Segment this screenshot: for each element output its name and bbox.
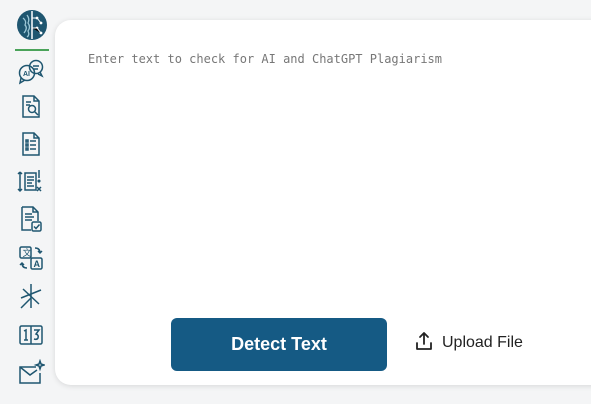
svg-text:AI: AI [23,71,30,78]
split-page-icon[interactable] [17,321,45,349]
detect-text-button[interactable]: Detect Text [171,318,387,371]
document-search-icon[interactable] [17,93,45,121]
upload-file-label: Upload File [442,334,523,351]
sparkle-line-icon[interactable] [17,282,45,310]
alert-report-icon[interactable] [17,167,45,195]
document-list-icon[interactable] [17,130,45,158]
upload-icon [414,331,434,356]
svg-text:文: 文 [23,247,32,259]
document-check-icon[interactable] [17,205,45,233]
sidebar: AI 文 A [0,0,50,404]
mail-sparkle-icon[interactable] [17,359,45,387]
svg-text:A: A [34,259,41,269]
sidebar-divider [15,49,49,51]
text-input[interactable] [88,50,578,300]
upload-file-button[interactable]: Upload File [414,330,523,356]
brain-logo-icon[interactable] [16,8,48,44]
ai-chat-icon[interactable]: AI [17,58,45,86]
translate-icon[interactable]: 文 A [17,244,45,272]
